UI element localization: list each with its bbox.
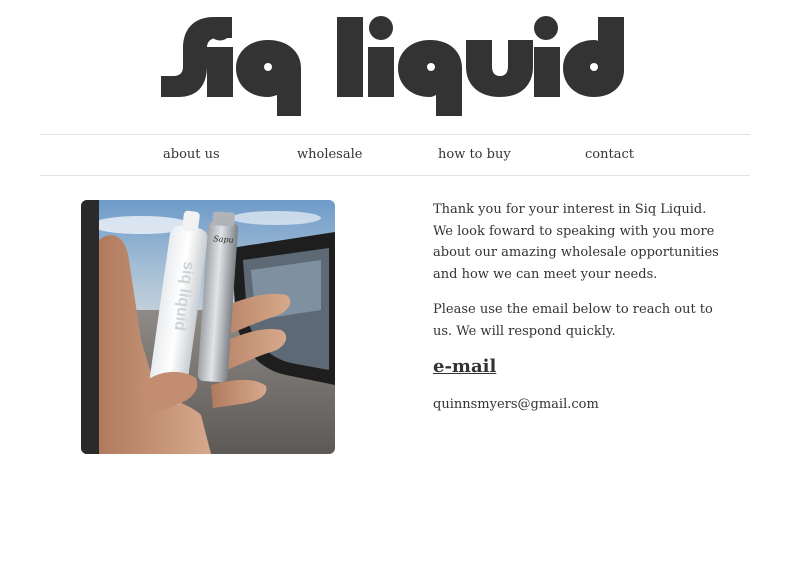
product-photo: siq liquid Sapu [81, 200, 335, 454]
nav-item-about-us[interactable]: about us [163, 135, 220, 175]
site-logo[interactable] [0, 0, 800, 130]
contact-content: Thank you for your interest in Siq Liqui… [433, 199, 723, 415]
nav-item-contact[interactable]: contact [585, 135, 634, 175]
email-address[interactable]: quinnsmyers@gmail.com [433, 395, 723, 415]
nav-item-how-to-buy[interactable]: how to buy [438, 135, 511, 175]
main-nav: about us wholesale how to buy contact [0, 135, 800, 175]
instructions-paragraph: Please use the email below to reach out … [433, 301, 713, 339]
intro-paragraph: Thank you for your interest in Siq Liqui… [433, 202, 719, 283]
bottom-divider [40, 175, 750, 176]
svg-text:Sapu: Sapu [213, 234, 234, 244]
nav-item-wholesale[interactable]: wholesale [297, 135, 362, 175]
email-heading[interactable]: e-mail [433, 355, 723, 379]
